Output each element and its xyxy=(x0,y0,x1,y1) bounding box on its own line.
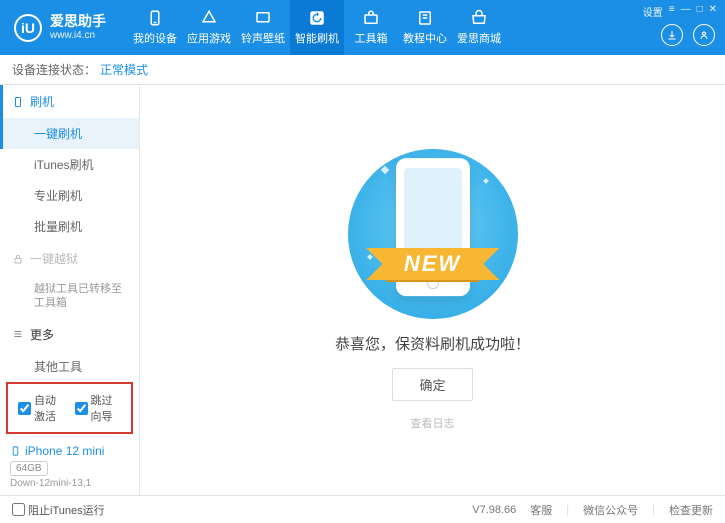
wechat-link[interactable]: 微信公众号 xyxy=(583,502,638,518)
nav-flash[interactable]: 智能刷机 xyxy=(290,0,344,55)
sidebar-item-batch[interactable]: 批量刷机 xyxy=(0,211,139,242)
phone-icon xyxy=(10,444,21,458)
nav-apps[interactable]: 应用游戏 xyxy=(182,0,236,55)
checkbox-skip-guide[interactable]: 跳过向导 xyxy=(75,392,122,424)
view-log-link[interactable]: 查看日志 xyxy=(411,415,455,431)
status-label: 设备连接状态： xyxy=(12,61,96,78)
phone-icon xyxy=(12,96,24,108)
sidebar-item-pro[interactable]: 专业刷机 xyxy=(0,180,139,211)
checkbox-block-itunes[interactable]: 阻止iTunes运行 xyxy=(12,502,105,518)
close-icon[interactable]: ✕ xyxy=(709,4,717,19)
sidebar-group-more[interactable]: 更多 xyxy=(0,318,139,351)
wallpaper-icon xyxy=(254,9,272,27)
logo-area: iU 爱思助手 www.i4.cn xyxy=(0,14,120,42)
device-storage: 64GB xyxy=(10,461,48,476)
sidebar-item-oneclick[interactable]: 一键刷机 xyxy=(0,118,139,149)
main-nav: 我的设备 应用游戏 铃声壁纸 智能刷机 工具箱 教程中心 爱思商城 xyxy=(128,0,506,55)
nav-my-device[interactable]: 我的设备 xyxy=(128,0,182,55)
support-link[interactable]: 客服 xyxy=(530,502,552,518)
book-icon xyxy=(416,9,434,27)
store-icon xyxy=(470,9,488,27)
download-button[interactable] xyxy=(661,24,683,46)
nav-store[interactable]: 爱思商城 xyxy=(452,0,506,55)
user-button[interactable] xyxy=(693,24,715,46)
maximize-icon[interactable]: □ xyxy=(697,4,703,19)
flash-options: 自动激活 跳过向导 xyxy=(6,382,133,434)
app-subtitle: www.i4.cn xyxy=(50,30,106,41)
checkbox-auto-activate[interactable]: 自动激活 xyxy=(18,392,65,424)
minimize-icon[interactable]: — xyxy=(681,4,691,19)
footer: 阻止iTunes运行 V7.98.66 客服| 微信公众号| 检查更新 xyxy=(0,495,725,523)
ok-button[interactable]: 确定 xyxy=(392,368,472,401)
main-content: NEW 恭喜您，保资料刷机成功啦！ 确定 查看日志 xyxy=(140,85,725,495)
toolbox-icon xyxy=(362,9,380,27)
sidebar-group-jailbreak[interactable]: 一键越狱 xyxy=(0,242,139,275)
device-info[interactable]: iPhone 12 mini 64GB Down-12mini-13,1 xyxy=(0,438,139,495)
status-bar: 设备连接状态： 正常模式 xyxy=(0,55,725,85)
nav-ringtones[interactable]: 铃声壁纸 xyxy=(236,0,290,55)
lock-icon xyxy=(12,253,24,265)
version-label: V7.98.66 xyxy=(472,504,516,516)
download-icon xyxy=(666,29,678,41)
success-message: 恭喜您，保资料刷机成功啦！ xyxy=(335,333,530,354)
refresh-icon xyxy=(308,9,326,27)
sidebar-item-itunes[interactable]: iTunes刷机 xyxy=(0,149,139,180)
sidebar-item-other[interactable]: 其他工具 xyxy=(0,351,139,378)
phone-icon xyxy=(146,9,164,27)
window-controls: 设置 ≡ — □ ✕ xyxy=(643,4,717,19)
apps-icon xyxy=(200,9,218,27)
menu-icon xyxy=(12,328,24,340)
nav-toolbox[interactable]: 工具箱 xyxy=(344,0,398,55)
sidebar: 刷机 一键刷机 iTunes刷机 专业刷机 批量刷机 一键越狱 越狱工具已转移至… xyxy=(0,85,140,495)
settings-button[interactable]: 设置 xyxy=(643,4,663,19)
new-ribbon: NEW xyxy=(386,248,479,280)
app-header: iU 爱思助手 www.i4.cn 我的设备 应用游戏 铃声壁纸 智能刷机 工具… xyxy=(0,0,725,55)
device-name-label: iPhone 12 mini xyxy=(25,444,104,458)
update-link[interactable]: 检查更新 xyxy=(669,502,713,518)
user-icon xyxy=(698,29,710,41)
menu-icon[interactable]: ≡ xyxy=(669,4,675,19)
logo-icon: iU xyxy=(14,14,42,42)
app-title: 爱思助手 xyxy=(50,14,106,29)
nav-tutorials[interactable]: 教程中心 xyxy=(398,0,452,55)
sidebar-jailbreak-hint: 越狱工具已转移至工具箱 xyxy=(0,275,139,318)
status-mode: 正常模式 xyxy=(100,61,148,78)
success-illustration: NEW xyxy=(348,149,518,319)
sidebar-group-flash[interactable]: 刷机 xyxy=(0,85,139,118)
device-model: Down-12mini-13,1 xyxy=(10,478,129,489)
